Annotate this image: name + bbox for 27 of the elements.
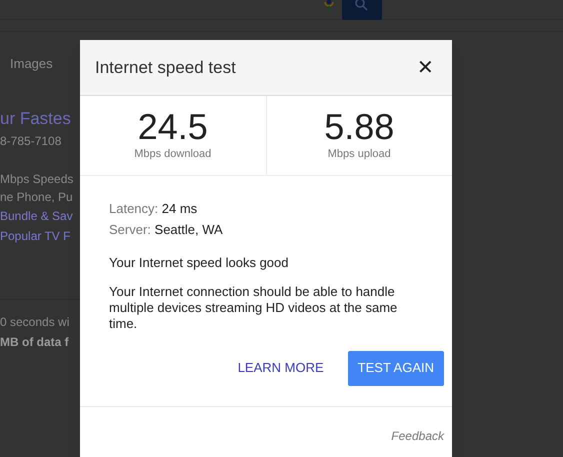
description-text: Your Internet connection should be able to handle multiple devices streaming HD videos at the same time. [109, 284, 398, 332]
learn-more-button[interactable]: LEARN MORE [238, 350, 324, 386]
result-title[interactable]: ur Fastes [0, 106, 80, 132]
verdict-text: Your Internet speed looks good [109, 254, 290, 272]
result-text: 8-785-7108 [0, 132, 62, 150]
detail-value: 24 ms [162, 201, 198, 216]
detail-label: Latency: [109, 201, 158, 216]
result-text: ne Phone, Pu [0, 188, 74, 206]
search-button[interactable] [342, 0, 382, 20]
result-link[interactable]: Popular TV F [0, 226, 80, 246]
detail-value: Seattle, WA [154, 222, 223, 237]
speed-value: 24.5 [138, 108, 208, 146]
search-icon [355, 0, 369, 12]
speed-unit: Mbps download [134, 147, 212, 162]
speed-value: 5.88 [324, 108, 394, 146]
dialog-title: Internet speed test [95, 56, 236, 79]
speed-unit: Mbps upload [328, 147, 391, 162]
close-button[interactable]: ✕ [417, 58, 434, 78]
result-text: 0 seconds wi [0, 314, 70, 330]
detail-label: Server: [109, 222, 151, 237]
result-text: MB of data f [0, 334, 70, 350]
result-text: Mbps Speeds [0, 170, 74, 188]
microphone-icon[interactable] [324, 0, 334, 12]
result-link[interactable]: Bundle & Sav [0, 206, 80, 226]
images-tab[interactable]: Images [10, 56, 53, 71]
feedback-link[interactable]: Feedback [391, 426, 444, 444]
test-again-button[interactable]: TEST AGAIN [348, 350, 444, 386]
